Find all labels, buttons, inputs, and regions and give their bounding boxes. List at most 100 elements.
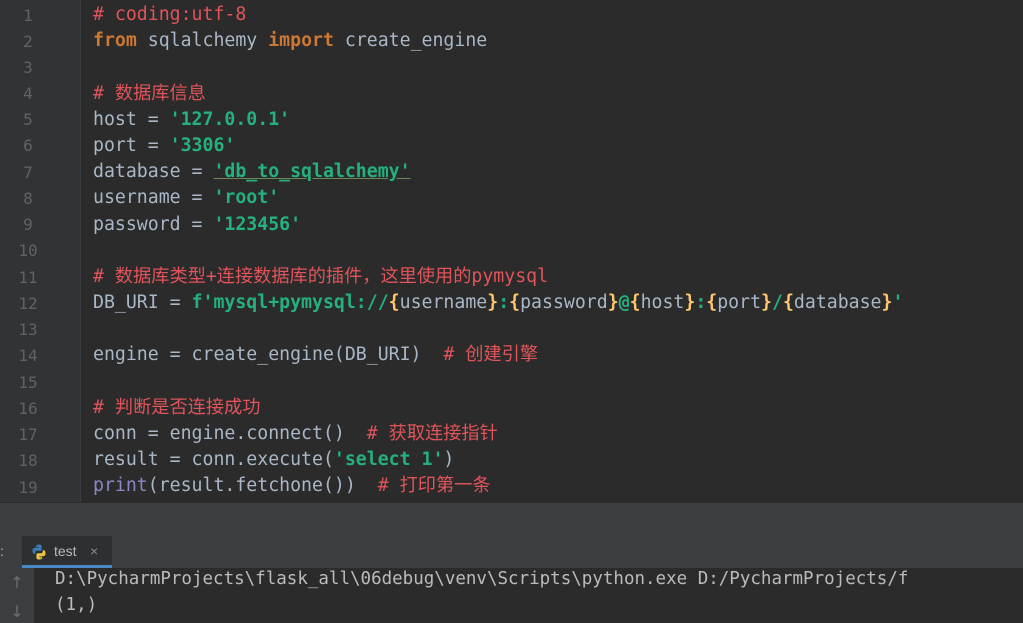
code-line-4[interactable]: # 数据库信息 — [93, 81, 1023, 107]
python-icon — [32, 544, 46, 560]
code-line-2[interactable]: from sqlalchemy import create_engine — [93, 28, 1023, 54]
tab-label: test — [54, 543, 77, 559]
brace: { — [782, 292, 794, 314]
code-line-10[interactable] — [93, 238, 1023, 264]
comment: # 打印第一条 — [377, 475, 491, 497]
line-number: 4 — [23, 84, 33, 103]
brace: { — [509, 292, 521, 314]
assignment: host = — [93, 108, 170, 130]
code-line-13[interactable] — [93, 316, 1023, 342]
code-line-7[interactable]: database = 'db_to_sqlalchemy' — [93, 159, 1023, 185]
code-line-14[interactable]: engine = create_engine(DB_URI) # 创建引擎 — [93, 342, 1023, 368]
fstring-sep: : — [695, 292, 707, 314]
arrow-down-icon[interactable]: ↓ — [8, 603, 26, 621]
string-literal: '123456' — [213, 213, 302, 235]
fstring-var: host — [640, 292, 685, 314]
code-line-6[interactable]: port = '3306' — [93, 133, 1023, 159]
code-line-15[interactable] — [93, 369, 1023, 395]
comment: # 创建引擎 — [443, 344, 539, 366]
line-number: 13 — [18, 320, 38, 339]
code-lines[interactable]: # coding:utf-8 from sqlalchemy import cr… — [93, 2, 1023, 500]
brace: } — [607, 292, 619, 314]
string-literal: 'root' — [213, 187, 280, 209]
fstring-sep: @ — [618, 292, 630, 314]
line-number: 10 — [18, 241, 38, 260]
code-line-8[interactable]: username = 'root' — [93, 185, 1023, 211]
fstring-var: password — [520, 292, 608, 314]
panel-splitter[interactable] — [0, 502, 1023, 535]
string-literal: 'db_to_sqlalchemy' — [213, 161, 411, 183]
comment: # 数据库类型+连接数据库的插件，这里使用的pymysql — [93, 265, 549, 287]
code-editor[interactable]: 1 2 3 4 5 6 7 8 9 10 11 12 13 14 15 16 1… — [0, 0, 1023, 502]
code: conn = engine.connect() — [93, 423, 367, 444]
console-toolbar: ↑ ↓ — [0, 568, 34, 623]
code: result = conn.execute( — [93, 449, 334, 471]
console-line: (1,) — [55, 595, 98, 615]
fstring-prefix: f'mysql+pymysql:// — [191, 292, 389, 314]
string-literal: '127.0.0.1' — [169, 108, 291, 130]
line-number: 2 — [23, 32, 33, 51]
code: engine = create_engine(DB_URI) — [93, 344, 444, 366]
line-number: 16 — [18, 399, 38, 418]
comment: # coding:utf-8 — [93, 4, 247, 25]
code-line-17[interactable]: conn = engine.connect() # 获取连接指针 — [93, 421, 1023, 447]
comment: # 判断是否连接成功 — [93, 396, 261, 418]
brace: } — [487, 292, 499, 314]
run-tab-bar: : test × — [0, 534, 1023, 569]
code-line-1[interactable]: # coding:utf-8 — [93, 2, 1023, 28]
code-line-9[interactable]: password = '123456' — [93, 212, 1023, 238]
line-number: 14 — [18, 346, 38, 365]
tab-run-test[interactable]: test × — [22, 536, 112, 568]
line-number: 15 — [18, 373, 38, 392]
code-line-11[interactable]: # 数据库类型+连接数据库的插件，这里使用的pymysql — [93, 264, 1023, 290]
assignment: database = — [93, 161, 214, 183]
module-name: sqlalchemy — [136, 30, 269, 52]
builtin-function: print — [93, 475, 148, 497]
keyword: import — [268, 30, 334, 52]
run-panel-label: : — [0, 543, 4, 559]
import-name: create_engine — [333, 30, 488, 52]
brace: { — [706, 292, 718, 314]
brace: { — [388, 292, 400, 314]
line-number: 1 — [23, 6, 33, 25]
code-line-5[interactable]: host = '127.0.0.1' — [93, 107, 1023, 133]
comment: # 获取连接指针 — [366, 423, 498, 444]
fstring-var: port — [717, 292, 762, 314]
string-literal: '3306' — [169, 134, 236, 156]
code-line-12[interactable]: DB_URI = f'mysql+pymysql://{username}:{p… — [93, 290, 1023, 316]
brace: } — [881, 292, 893, 314]
line-number: 6 — [23, 136, 33, 155]
line-number: 11 — [18, 268, 38, 287]
code-line-19[interactable]: print(result.fetchone()) # 打印第一条 — [93, 473, 1023, 499]
brace: } — [761, 292, 772, 314]
fstring-sep: / — [772, 292, 783, 314]
line-number: 18 — [18, 451, 38, 470]
line-number: 5 — [23, 110, 33, 129]
assignment: password = — [93, 213, 214, 235]
line-number: 12 — [18, 294, 38, 313]
line-number-gutter: 1 2 3 4 5 6 7 8 9 10 11 12 13 14 15 16 1… — [0, 0, 80, 502]
line-number: 7 — [23, 163, 33, 182]
keyword: from — [93, 30, 137, 52]
line-number: 3 — [23, 58, 33, 77]
console-line: D:\PycharmProjects\flask_all\06debug\ven… — [55, 569, 909, 589]
string-literal: 'select 1' — [333, 449, 444, 471]
assignment: username = — [93, 187, 214, 209]
assignment: DB_URI = — [93, 292, 192, 314]
fstring-end: ' — [892, 292, 904, 314]
fstring-var: username — [399, 292, 488, 314]
code-line-3[interactable] — [93, 54, 1023, 80]
code-line-16[interactable]: # 判断是否连接成功 — [93, 395, 1023, 421]
arrow-up-icon[interactable]: ↑ — [8, 574, 26, 592]
line-number: 19 — [18, 478, 38, 497]
brace: { — [629, 292, 641, 314]
close-icon[interactable]: × — [90, 536, 98, 566]
assignment: port = — [93, 134, 170, 156]
fstring-var: database — [793, 292, 882, 314]
gutter-separator — [80, 0, 81, 502]
line-number: 8 — [23, 189, 33, 208]
run-console[interactable]: D:\PycharmProjects\flask_all\06debug\ven… — [35, 568, 1023, 623]
code-line-18[interactable]: result = conn.execute('select 1') — [93, 447, 1023, 473]
line-number: 17 — [18, 425, 38, 444]
code: ) — [443, 449, 455, 471]
